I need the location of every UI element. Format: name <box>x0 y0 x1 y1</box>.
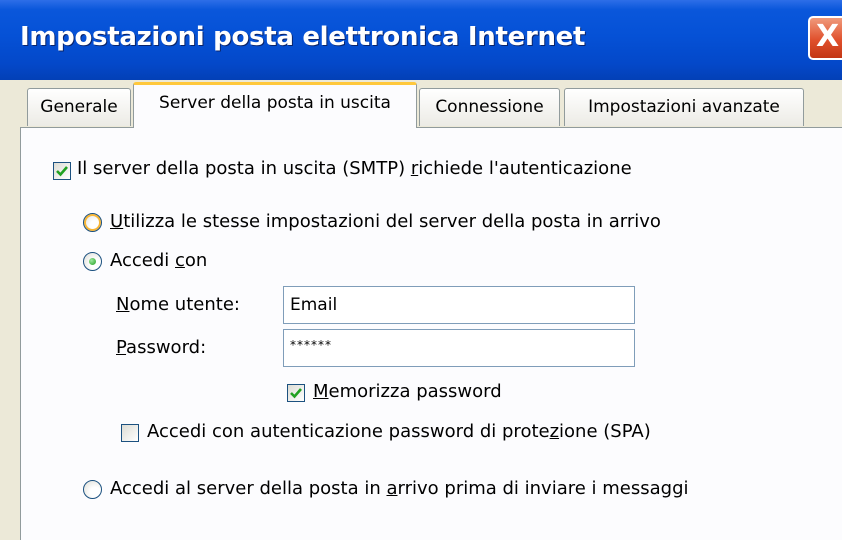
smtp-auth-label[interactable]: Il server della posta in uscita (SMTP) r… <box>77 158 632 179</box>
tab-connessione[interactable]: Connessione <box>419 88 560 126</box>
same-settings-label[interactable]: Utilizza le stesse impostazioni del serv… <box>110 211 661 232</box>
remember-password-label[interactable]: Memorizza password <box>313 381 502 402</box>
remember-password-checkbox[interactable] <box>287 384 305 402</box>
tab-server-posta-uscita[interactable]: Server della posta in uscita <box>133 82 417 128</box>
password-label: Password: <box>116 337 207 358</box>
window-title: Impostazioni posta elettronica Internet <box>20 22 586 52</box>
username-field[interactable]: Email <box>283 286 635 324</box>
tab-impostazioni-avanzate[interactable]: Impostazioni avanzate <box>564 88 804 126</box>
radio-selected-dot <box>89 258 96 265</box>
spa-label[interactable]: Accedi con autenticazione password di pr… <box>147 421 651 442</box>
checkmark-icon <box>56 166 68 177</box>
checkmark-icon <box>290 388 302 399</box>
username-label: Nome utente: <box>116 294 240 315</box>
log-on-before-send-label[interactable]: Accedi al server della posta in arrivo p… <box>110 478 689 499</box>
password-field[interactable]: ****** <box>283 329 635 367</box>
log-on-with-radio[interactable] <box>83 252 102 271</box>
smtp-auth-checkbox[interactable] <box>53 162 71 180</box>
tab-generale[interactable]: Generale <box>27 88 131 126</box>
spa-checkbox[interactable] <box>121 424 139 442</box>
close-button[interactable]: X <box>808 16 842 60</box>
log-on-with-label[interactable]: Accedi con <box>110 250 207 271</box>
title-bar: Impostazioni posta elettronica Internet <box>0 0 842 80</box>
same-settings-radio[interactable] <box>83 213 102 232</box>
log-on-before-send-radio[interactable] <box>83 480 102 499</box>
close-icon: X <box>816 19 840 54</box>
